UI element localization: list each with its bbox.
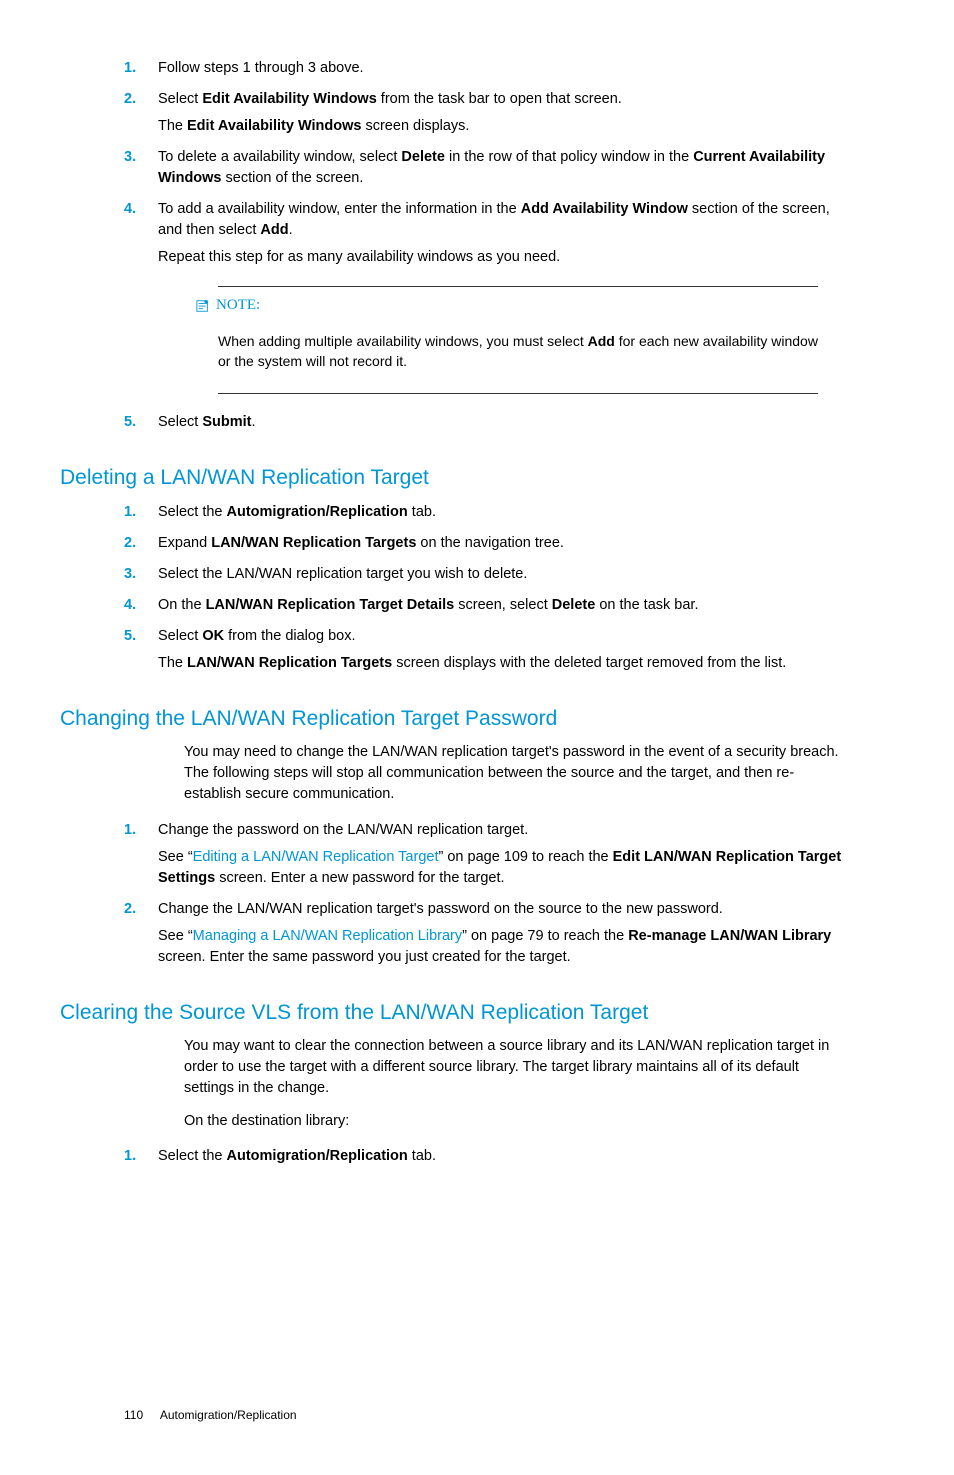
paragraph: Select Edit Availability Windows from th… [158,89,844,110]
bold-text: Submit [202,414,251,430]
step-item: 2.Expand LAN/WAN Replication Targets on … [60,533,844,554]
paragraph: Follow steps 1 through 3 above. [158,58,844,79]
step-body: Select the Automigration/Replication tab… [158,1146,844,1167]
steps-group-d: 1.Select the Automigration/Replication t… [60,1146,844,1167]
paragraph: Select Submit. [158,412,844,433]
page-footer: 110 Automigration/Replication [124,1407,844,1424]
step-number: 1. [60,502,158,523]
paragraph: Change the LAN/WAN replication target's … [158,899,844,920]
step-item: 1.Select the Automigration/Replication t… [60,1146,844,1167]
steps-group-a2: 5.Select Submit. [60,412,844,433]
step-body: On the LAN/WAN Replication Target Detail… [158,595,844,616]
step-number: 5. [60,412,158,433]
document-page: 1.Follow steps 1 through 3 above.2.Selec… [0,0,954,1475]
step-body: Change the LAN/WAN replication target's … [158,899,844,968]
paragraph: Repeat this step for as many availabilit… [158,247,844,268]
step-number: 2. [60,89,158,137]
paragraph: You may want to clear the connection bet… [184,1036,844,1099]
step-item: 5.Select OK from the dialog box. The LAN/… [60,626,844,674]
step-body: Expand LAN/WAN Replication Targets on th… [158,533,844,554]
note-header: NOTE: [196,295,818,317]
step-item: 2.Change the LAN/WAN replication target'… [60,899,844,968]
step-body: Select OK from the dialog box. The LAN/WA… [158,626,844,674]
paragraph: See “Editing a LAN/WAN Replication Targe… [158,847,844,889]
paragraph: Change the password on the LAN/WAN repli… [158,820,844,841]
step-item: 4.To add a availability window, enter th… [60,199,844,268]
paragraph: See “Managing a LAN/WAN Replication Libr… [158,926,844,968]
heading-deleting-target: Deleting a LAN/WAN Replication Target [60,463,844,493]
step-number: 1. [60,58,158,79]
step-number: 1. [60,1146,158,1167]
step-number: 5. [60,626,158,674]
bold-text: Edit Availability Windows [202,91,376,107]
step-number: 3. [60,147,158,189]
steps-group-a: 1.Follow steps 1 through 3 above.2.Selec… [60,58,844,268]
step-number: 4. [60,199,158,268]
footer-title: Automigration/Replication [160,1408,297,1422]
paragraph: To add a availability window, enter the … [158,199,844,241]
paragraph: When adding multiple availability window… [218,331,818,372]
step-body: Change the password on the LAN/WAN repli… [158,820,844,889]
bold-text: Add [588,333,615,349]
paragraph: Select OK from the dialog box. [158,626,844,647]
bold-text: Add [260,222,288,238]
paragraph: Select the Automigration/Replication tab… [158,1146,844,1167]
step-item: 1.Select the Automigration/Replication t… [60,502,844,523]
note-text: When adding multiple availability window… [218,331,818,372]
note-block: NOTE: When adding multiple availability … [218,286,818,394]
step-body: Select Submit. [158,412,844,433]
step-item: 3.To delete a availability window, selec… [60,147,844,189]
bold-text: LAN/WAN Replication Target Details [206,597,455,613]
paragraph: Select the Automigration/Replication tab… [158,502,844,523]
paragraph: On the destination library: [184,1111,844,1132]
heading-clearing-source: Clearing the Source VLS from the LAN/WAN… [60,998,844,1028]
steps-group-c: 1.Change the password on the LAN/WAN rep… [60,820,844,968]
paragraph: You may need to change the LAN/WAN repli… [184,742,844,805]
intro-clearing-source: You may want to clear the connection bet… [184,1036,844,1132]
bold-text: LAN/WAN Replication Targets [211,535,416,551]
step-number: 4. [60,595,158,616]
step-item: 2.Select Edit Availability Windows from … [60,89,844,137]
bold-text: OK [202,628,224,644]
link-text[interactable]: Managing a LAN/WAN Replication Library [193,928,462,944]
bold-text: Edit Availability Windows [187,118,361,134]
bold-text: Current Availability Windows [158,149,825,186]
paragraph: On the LAN/WAN Replication Target Detail… [158,595,844,616]
link-text[interactable]: Editing a LAN/WAN Replication Target [193,849,439,865]
step-number: 2. [60,899,158,968]
paragraph: The LAN/WAN Replication Targets screen d… [158,653,844,674]
bold-text: Automigration/Replication [227,1148,408,1164]
paragraph: Expand LAN/WAN Replication Targets on th… [158,533,844,554]
note-label: NOTE: [216,295,260,317]
page-number: 110 [124,1408,143,1422]
step-number: 1. [60,820,158,889]
step-number: 3. [60,564,158,585]
step-body: Select Edit Availability Windows from th… [158,89,844,137]
bold-text: Add Availability Window [521,201,688,217]
bold-text: Delete [401,149,445,165]
step-item: 3.Select the LAN/WAN replication target … [60,564,844,585]
step-number: 2. [60,533,158,554]
paragraph: To delete a availability window, select … [158,147,844,189]
step-body: To add a availability window, enter the … [158,199,844,268]
bold-text: Re-manage LAN/WAN Library [628,928,831,944]
steps-group-b: 1.Select the Automigration/Replication t… [60,502,844,674]
step-body: To delete a availability window, select … [158,147,844,189]
intro-changing-password: You may need to change the LAN/WAN repli… [184,742,844,805]
step-item: 4.On the LAN/WAN Replication Target Deta… [60,595,844,616]
note-icon [196,299,210,313]
step-body: Select the LAN/WAN replication target yo… [158,564,844,585]
bold-text: Automigration/Replication [227,504,408,520]
bold-text: Delete [552,597,596,613]
step-item: 1.Change the password on the LAN/WAN rep… [60,820,844,889]
paragraph: The Edit Availability Windows screen dis… [158,116,844,137]
heading-changing-password: Changing the LAN/WAN Replication Target … [60,704,844,734]
step-body: Follow steps 1 through 3 above. [158,58,844,79]
paragraph: Select the LAN/WAN replication target yo… [158,564,844,585]
step-body: Select the Automigration/Replication tab… [158,502,844,523]
bold-text: LAN/WAN Replication Targets [187,655,392,671]
step-item: 1.Follow steps 1 through 3 above. [60,58,844,79]
step-item: 5.Select Submit. [60,412,844,433]
